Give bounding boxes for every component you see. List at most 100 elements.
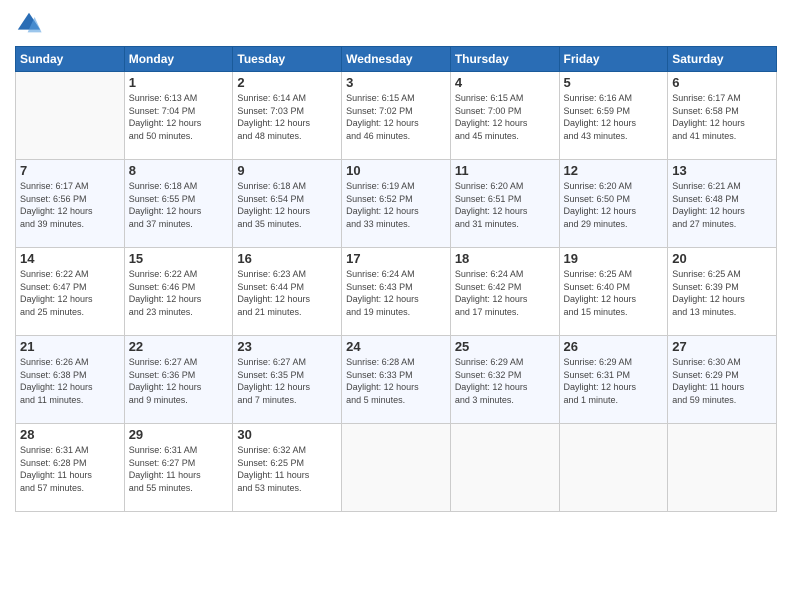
calendar-week-row: 21Sunrise: 6:26 AMSunset: 6:38 PMDayligh…: [16, 336, 777, 424]
calendar-day-cell: 23 Sunrise: 6:27 AMSunset: 6:35 PMDayligh…: [233, 336, 342, 424]
calendar-header-row: SundayMondayTuesdayWednesdayThursdayFrid…: [16, 47, 777, 72]
calendar-day-cell: [16, 72, 125, 160]
calendar-day-cell: 2 Sunrise: 6:14 AMSunset: 7:03 PMDaylight…: [233, 72, 342, 160]
day-number: 2: [237, 75, 337, 90]
calendar-day-cell: 3 Sunrise: 6:15 AMSunset: 7:02 PMDaylight…: [342, 72, 451, 160]
calendar-week-row: 14Sunrise: 6:22 AMSunset: 6:47 PMDayligh…: [16, 248, 777, 336]
day-number: 28: [20, 427, 120, 442]
day-info: Sunrise: 6:27 AMSunset: 6:35 PMDaylight:…: [237, 356, 337, 406]
calendar-day-cell: 6 Sunrise: 6:17 AMSunset: 6:58 PMDaylight…: [668, 72, 777, 160]
calendar-day-cell: 18Sunrise: 6:24 AMSunset: 6:42 PMDayligh…: [450, 248, 559, 336]
day-number: 30: [237, 427, 337, 442]
calendar-day-cell: 16 Sunrise: 6:23 AMSunset: 6:44 PMDayligh…: [233, 248, 342, 336]
logo: [15, 10, 47, 38]
day-number: 11: [455, 163, 555, 178]
day-info: Sunrise: 6:24 AMSunset: 6:43 PMDaylight:…: [346, 268, 446, 318]
calendar-day-cell: 8Sunrise: 6:18 AMSunset: 6:55 PMDaylight…: [124, 160, 233, 248]
calendar-week-row: 7 Sunrise: 6:17 AMSunset: 6:56 PMDaylight…: [16, 160, 777, 248]
day-number: 29: [129, 427, 229, 442]
day-info: Sunrise: 6:25 AMSunset: 6:39 PMDaylight:…: [672, 268, 772, 318]
day-info: Sunrise: 6:31 AMSunset: 6:28 PMDaylight:…: [20, 444, 120, 494]
calendar-day-cell: 14Sunrise: 6:22 AMSunset: 6:47 PMDayligh…: [16, 248, 125, 336]
day-number: 27: [672, 339, 772, 354]
day-number: 22: [129, 339, 229, 354]
day-info: Sunrise: 6:29 AMSunset: 6:32 PMDaylight:…: [455, 356, 555, 406]
calendar-day-cell: 21Sunrise: 6:26 AMSunset: 6:38 PMDayligh…: [16, 336, 125, 424]
calendar-header-sunday: Sunday: [16, 47, 125, 72]
calendar-day-cell: 11 Sunrise: 6:20 AMSunset: 6:51 PMDayligh…: [450, 160, 559, 248]
day-number: 13: [672, 163, 772, 178]
calendar-day-cell: [450, 424, 559, 512]
calendar-day-cell: 10 Sunrise: 6:19 AMSunset: 6:52 PMDayligh…: [342, 160, 451, 248]
day-info: Sunrise: 6:31 AMSunset: 6:27 PMDaylight:…: [129, 444, 229, 494]
day-number: 4: [455, 75, 555, 90]
day-info: Sunrise: 6:16 AMSunset: 6:59 PMDaylight:…: [564, 92, 664, 142]
calendar-day-cell: 26Sunrise: 6:29 AMSunset: 6:31 PMDayligh…: [559, 336, 668, 424]
day-info: Sunrise: 6:25 AMSunset: 6:40 PMDaylight:…: [564, 268, 664, 318]
day-number: 19: [564, 251, 664, 266]
calendar-header-wednesday: Wednesday: [342, 47, 451, 72]
calendar-week-row: 1Sunrise: 6:13 AMSunset: 7:04 PMDaylight…: [16, 72, 777, 160]
day-number: 8: [129, 163, 229, 178]
day-info: Sunrise: 6:13 AMSunset: 7:04 PMDaylight:…: [129, 92, 229, 142]
calendar-week-row: 28 Sunrise: 6:31 AMSunset: 6:28 PMDayligh…: [16, 424, 777, 512]
day-info: Sunrise: 6:19 AMSunset: 6:52 PMDaylight:…: [346, 180, 446, 230]
day-number: 5: [564, 75, 664, 90]
calendar-day-cell: 12 Sunrise: 6:20 AMSunset: 6:50 PMDayligh…: [559, 160, 668, 248]
day-info: Sunrise: 6:32 AMSunset: 6:25 PMDaylight:…: [237, 444, 337, 494]
day-info: Sunrise: 6:17 AMSunset: 6:56 PMDaylight:…: [20, 180, 120, 230]
day-number: 23: [237, 339, 337, 354]
calendar-day-cell: 1Sunrise: 6:13 AMSunset: 7:04 PMDaylight…: [124, 72, 233, 160]
calendar-day-cell: 17 Sunrise: 6:24 AMSunset: 6:43 PMDayligh…: [342, 248, 451, 336]
calendar-day-cell: 30 Sunrise: 6:32 AMSunset: 6:25 PMDayligh…: [233, 424, 342, 512]
calendar-day-cell: 22 Sunrise: 6:27 AMSunset: 6:36 PMDayligh…: [124, 336, 233, 424]
calendar-day-cell: 24Sunrise: 6:28 AMSunset: 6:33 PMDayligh…: [342, 336, 451, 424]
page: SundayMondayTuesdayWednesdayThursdayFrid…: [0, 0, 792, 612]
day-info: Sunrise: 6:17 AMSunset: 6:58 PMDaylight:…: [672, 92, 772, 142]
calendar-day-cell: 4Sunrise: 6:15 AMSunset: 7:00 PMDaylight…: [450, 72, 559, 160]
calendar-header-monday: Monday: [124, 47, 233, 72]
calendar-day-cell: 28 Sunrise: 6:31 AMSunset: 6:28 PMDayligh…: [16, 424, 125, 512]
day-number: 12: [564, 163, 664, 178]
calendar-day-cell: [342, 424, 451, 512]
calendar-table: SundayMondayTuesdayWednesdayThursdayFrid…: [15, 46, 777, 512]
day-info: Sunrise: 6:27 AMSunset: 6:36 PMDaylight:…: [129, 356, 229, 406]
calendar-day-cell: 19 Sunrise: 6:25 AMSunset: 6:40 PMDayligh…: [559, 248, 668, 336]
calendar-day-cell: [559, 424, 668, 512]
day-number: 20: [672, 251, 772, 266]
logo-icon: [15, 10, 43, 38]
calendar-day-cell: 29 Sunrise: 6:31 AMSunset: 6:27 PMDayligh…: [124, 424, 233, 512]
day-info: Sunrise: 6:23 AMSunset: 6:44 PMDaylight:…: [237, 268, 337, 318]
calendar-day-cell: 15Sunrise: 6:22 AMSunset: 6:46 PMDayligh…: [124, 248, 233, 336]
day-info: Sunrise: 6:26 AMSunset: 6:38 PMDaylight:…: [20, 356, 120, 406]
day-number: 9: [237, 163, 337, 178]
day-info: Sunrise: 6:30 AMSunset: 6:29 PMDaylight:…: [672, 356, 772, 406]
day-number: 16: [237, 251, 337, 266]
calendar-day-cell: 20 Sunrise: 6:25 AMSunset: 6:39 PMDayligh…: [668, 248, 777, 336]
day-info: Sunrise: 6:28 AMSunset: 6:33 PMDaylight:…: [346, 356, 446, 406]
day-info: Sunrise: 6:29 AMSunset: 6:31 PMDaylight:…: [564, 356, 664, 406]
day-info: Sunrise: 6:14 AMSunset: 7:03 PMDaylight:…: [237, 92, 337, 142]
calendar-day-cell: 27 Sunrise: 6:30 AMSunset: 6:29 PMDayligh…: [668, 336, 777, 424]
day-number: 6: [672, 75, 772, 90]
day-info: Sunrise: 6:24 AMSunset: 6:42 PMDaylight:…: [455, 268, 555, 318]
calendar-header-tuesday: Tuesday: [233, 47, 342, 72]
day-number: 17: [346, 251, 446, 266]
day-info: Sunrise: 6:20 AMSunset: 6:51 PMDaylight:…: [455, 180, 555, 230]
calendar-day-cell: 25Sunrise: 6:29 AMSunset: 6:32 PMDayligh…: [450, 336, 559, 424]
header: [15, 10, 777, 38]
day-number: 7: [20, 163, 120, 178]
day-number: 3: [346, 75, 446, 90]
day-number: 10: [346, 163, 446, 178]
calendar-day-cell: 7 Sunrise: 6:17 AMSunset: 6:56 PMDaylight…: [16, 160, 125, 248]
calendar-day-cell: 13 Sunrise: 6:21 AMSunset: 6:48 PMDayligh…: [668, 160, 777, 248]
day-info: Sunrise: 6:15 AMSunset: 7:02 PMDaylight:…: [346, 92, 446, 142]
day-number: 14: [20, 251, 120, 266]
calendar-day-cell: [668, 424, 777, 512]
day-info: Sunrise: 6:18 AMSunset: 6:54 PMDaylight:…: [237, 180, 337, 230]
calendar-day-cell: 9 Sunrise: 6:18 AMSunset: 6:54 PMDaylight…: [233, 160, 342, 248]
calendar-header-saturday: Saturday: [668, 47, 777, 72]
day-info: Sunrise: 6:20 AMSunset: 6:50 PMDaylight:…: [564, 180, 664, 230]
day-number: 15: [129, 251, 229, 266]
day-info: Sunrise: 6:21 AMSunset: 6:48 PMDaylight:…: [672, 180, 772, 230]
